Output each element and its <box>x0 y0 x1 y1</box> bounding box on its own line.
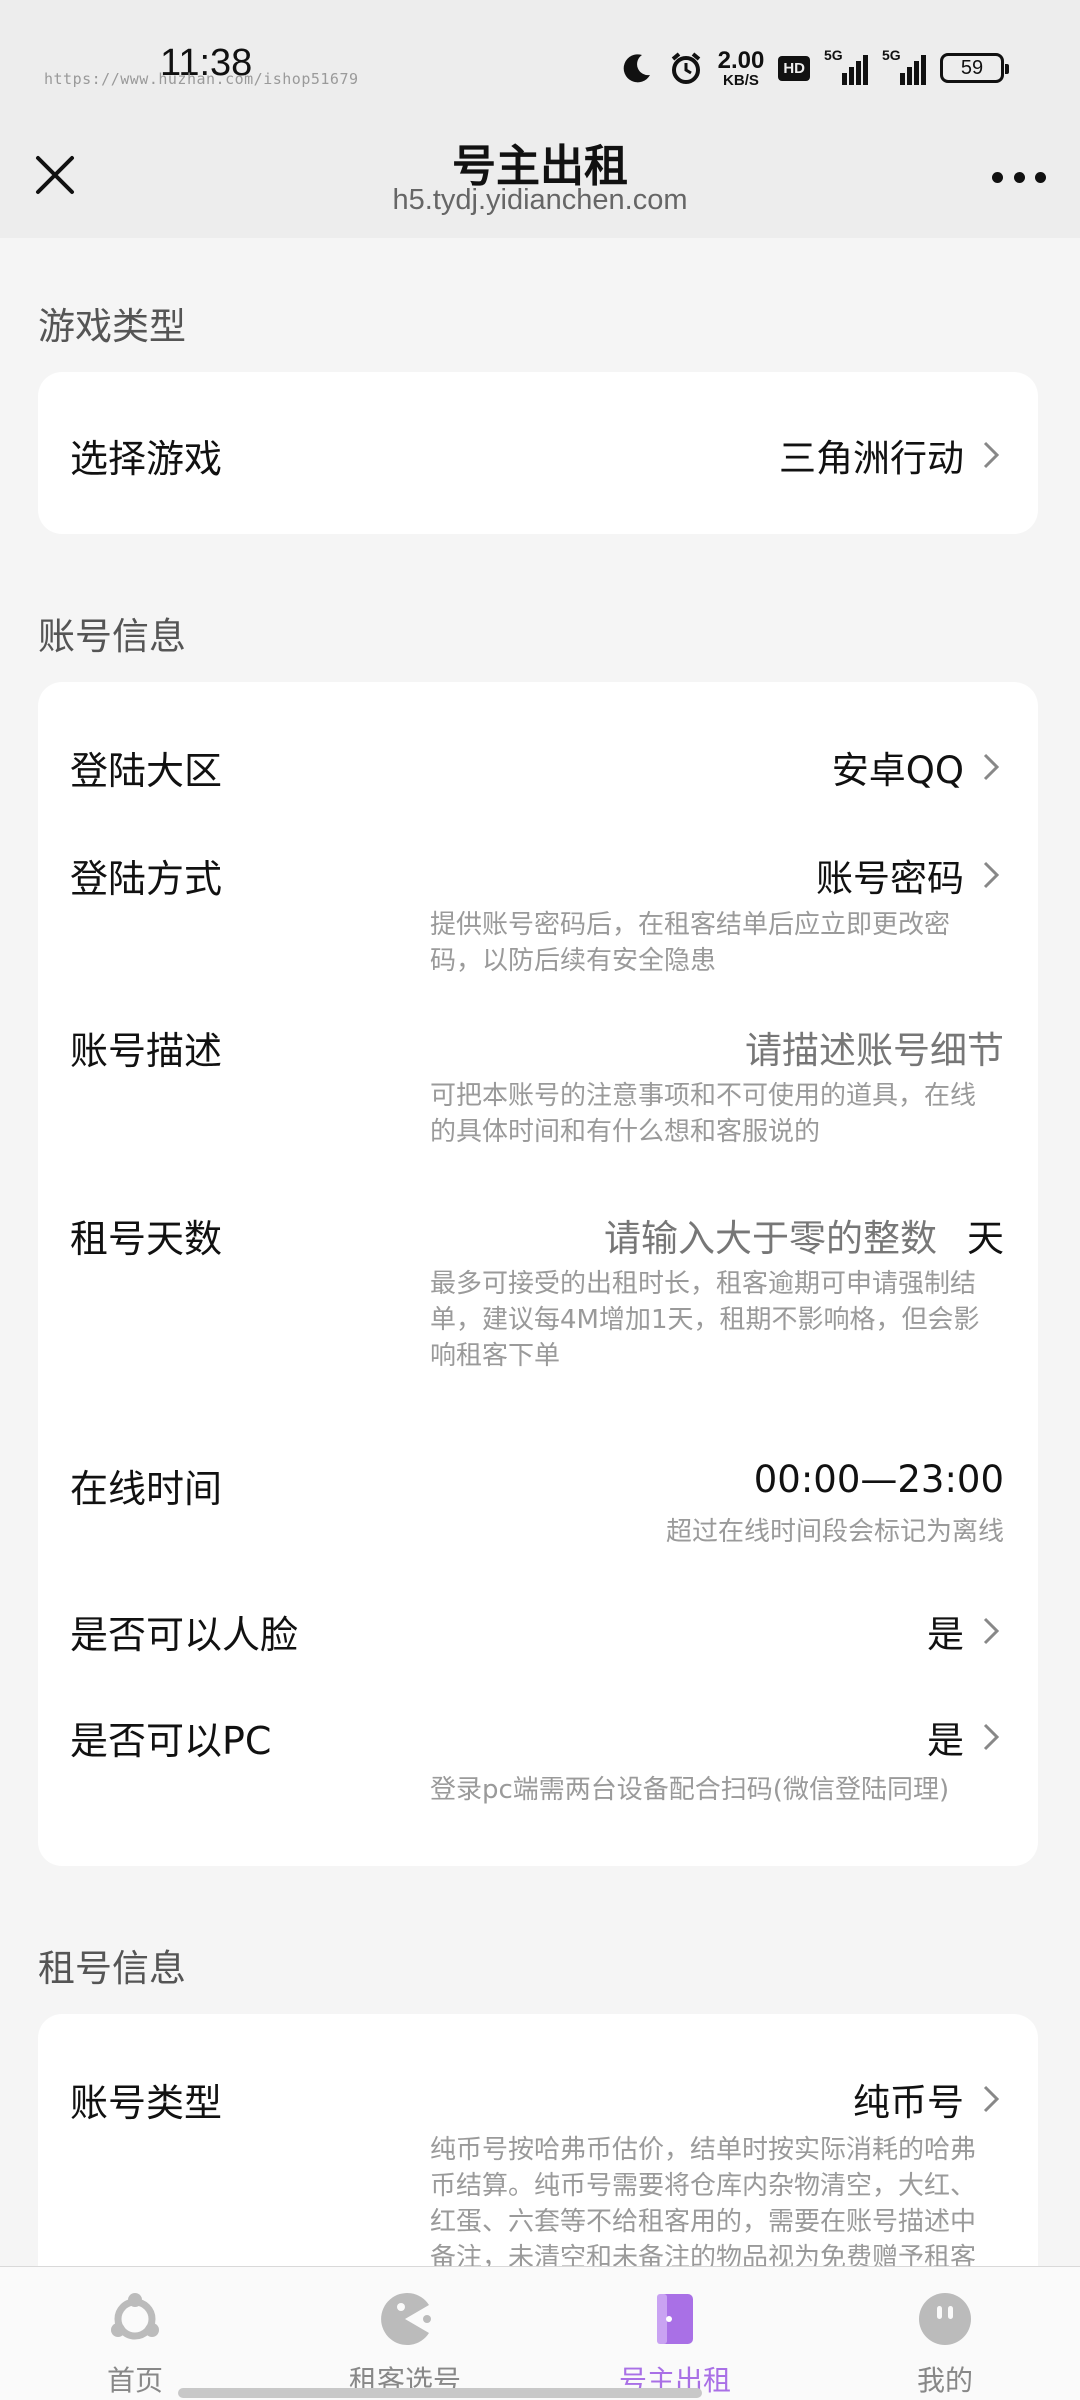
speed-value: 2.00 <box>717 46 765 74</box>
chevron-right-icon <box>983 861 1000 889</box>
rental-days-hint: 最多可接受的出租时长，租客逾期可申请强制结 单，建议每4M增加1天，租期不影响格… <box>430 1266 1010 1374</box>
pc-allowed-hint: 登录pc端需两台设备配合扫码(微信登陆同理) <box>430 1775 950 1805</box>
login-method-label: 登陆方式 <box>70 857 223 901</box>
select-game-label: 选择游戏 <box>70 437 223 481</box>
network-speed: 2.00 KB/S <box>717 46 765 89</box>
bottom-tab-bar: 首页 租客选号 号主出租 我的 <box>0 2266 1080 2400</box>
account-desc-label: 账号描述 <box>70 1029 223 1073</box>
battery-icon: 59 <box>940 53 1009 83</box>
account-type-label: 账号类型 <box>70 2081 223 2125</box>
hint-line: 最多可接受的出租时长，租客逾期可申请强制结 <box>430 1269 977 1299</box>
home-indicator[interactable] <box>178 2388 702 2398</box>
account-desc-hint: 可把本账号的注意事项和不可使用的道具，在线 的具体时间和有什么想和客服说的 <box>430 1078 1010 1150</box>
page-url: h5.tydj.yidianchen.com <box>392 184 688 216</box>
tab-profile[interactable]: 我的 <box>845 2267 1045 2400</box>
chevron-right-icon <box>983 2085 1000 2113</box>
home-icon <box>111 2293 159 2340</box>
hint-line: 可把本账号的注意事项和不可使用的道具，在线 <box>430 1081 977 1111</box>
nav-header: 号主出租 h5.tydj.yidianchen.com <box>0 130 1080 238</box>
pacman-icon <box>381 2293 431 2345</box>
tab-owner-rent[interactable]: 号主出租 <box>575 2267 775 2400</box>
battery-level: 59 <box>960 56 984 79</box>
pc-allowed-label: 是否可以PC <box>70 1719 272 1763</box>
account-type-text: 纯币号 <box>853 2081 964 2124</box>
tab-home[interactable]: 首页 <box>35 2267 235 2400</box>
row-account-description[interactable]: 账号描述 请描述账号细节 可把本账号的注意事项和不可使用的道具，在线 的具体时间… <box>38 962 1038 1152</box>
row-pc-allowed[interactable]: 是否可以PC 是 登录pc端需两台设备配合扫码(微信登陆同理) <box>38 1650 1038 1866</box>
chevron-right-icon <box>983 441 1000 469</box>
rental-days-label: 租号天数 <box>70 1217 223 1261</box>
tab-renter-select[interactable]: 租客选号 <box>305 2267 505 2400</box>
section-title-rental-info: 租号信息 <box>38 1947 186 1990</box>
hd-icon: HD <box>778 55 810 81</box>
signal-label: 5G <box>824 47 843 63</box>
row-login-method[interactable]: 登陆方式 账号密码 提供账号密码后，在租客结单后应立即更改密 码，以防后续有安全… <box>38 782 1038 976</box>
door-icon <box>657 2294 693 2344</box>
signal-label-2: 5G <box>882 47 901 63</box>
section-title-game-type: 游戏类型 <box>38 305 186 348</box>
rental-days-input[interactable]: 请输入大于零的整数 <box>604 1208 937 1262</box>
login-method-value[interactable]: 账号密码 <box>816 848 1000 902</box>
hint-line: 的具体时间和有什么想和客服说的 <box>430 1117 821 1147</box>
account-type-value[interactable]: 纯币号 <box>853 2072 1000 2126</box>
tab-profile-label: 我的 <box>916 2364 973 2397</box>
online-time-label: 在线时间 <box>70 1467 223 1511</box>
account-type-hint: 纯币号按哈弗币估价，结单时按实际消耗的哈弗 币结算。纯币号需要将仓库内杂物清空，… <box>430 2132 1010 2276</box>
more-button[interactable] <box>992 152 1046 202</box>
status-bar: 11:38 https://www.huzhan.com/ishop51679 … <box>0 0 1080 130</box>
signal-icon: 5G <box>824 47 868 85</box>
speed-unit: KB/S <box>723 71 759 89</box>
online-time-value[interactable]: 00:00—23:00 <box>754 1458 1004 1501</box>
hint-line: 响租客下单 <box>430 1341 561 1371</box>
alarm-icon <box>671 52 700 84</box>
pc-allowed-value[interactable]: 是 <box>927 1710 1000 1764</box>
hint-line: 红蛋、六套等不给租客用的，需要在账号描述中 <box>430 2207 977 2237</box>
hint-line: 单，建议每4M增加1天，租期不影响格，但会影 <box>430 1305 980 1335</box>
card-game-type: 选择游戏 三角洲行动 <box>38 372 1038 534</box>
pc-allowed-text: 是 <box>927 1719 964 1762</box>
section-title-account-info: 账号信息 <box>38 615 186 658</box>
signal-icon-2: 5G <box>882 47 926 85</box>
row-login-region[interactable]: 登陆大区 安卓QQ <box>38 682 1038 793</box>
profile-icon <box>919 2293 971 2345</box>
hint-line: 纯币号按哈弗币估价，结单时按实际消耗的哈弗 <box>430 2135 977 2165</box>
more-icon <box>992 171 1003 183</box>
login-method-text: 账号密码 <box>816 857 964 900</box>
status-icons: 2.00 KB/S HD 5G 5G 59 <box>620 46 1009 89</box>
select-game-text: 三角洲行动 <box>779 437 964 480</box>
rental-days-field[interactable]: 请输入大于零的整数 天 <box>604 1208 1004 1262</box>
account-desc-input[interactable]: 请描述账号细节 <box>745 1020 1004 1074</box>
chevron-right-icon <box>983 1617 1000 1645</box>
chevron-right-icon <box>983 753 1000 781</box>
watermark-url: https://www.huzhan.com/ishop51679 <box>44 70 359 88</box>
row-face-allowed[interactable]: 是否可以人脸 是 <box>38 1542 1038 1657</box>
hint-line: 提供账号密码后，在租客结单后应立即更改密 <box>430 910 951 940</box>
row-rental-days[interactable]: 租号天数 请输入大于零的整数 天 最多可接受的出租时长，租客逾期可申请强制结 单… <box>38 1152 1038 1382</box>
select-game-value[interactable]: 三角洲行动 <box>779 428 1000 482</box>
rental-days-unit: 天 <box>967 1217 1004 1260</box>
row-online-time[interactable]: 在线时间 00:00—23:00 超过在线时间段会标记为离线 <box>38 1382 1038 1547</box>
row-select-game[interactable]: 选择游戏 三角洲行动 <box>38 372 1038 534</box>
chevron-right-icon <box>983 1723 1000 1751</box>
hint-line: 币结算。纯币号需要将仓库内杂物清空，大红、 <box>430 2171 977 2201</box>
moon-icon <box>623 54 650 83</box>
card-account-info: 登陆大区 安卓QQ 登陆方式 账号密码 提供账号密码后，在租客结单后应立即更改密… <box>38 682 1038 1866</box>
